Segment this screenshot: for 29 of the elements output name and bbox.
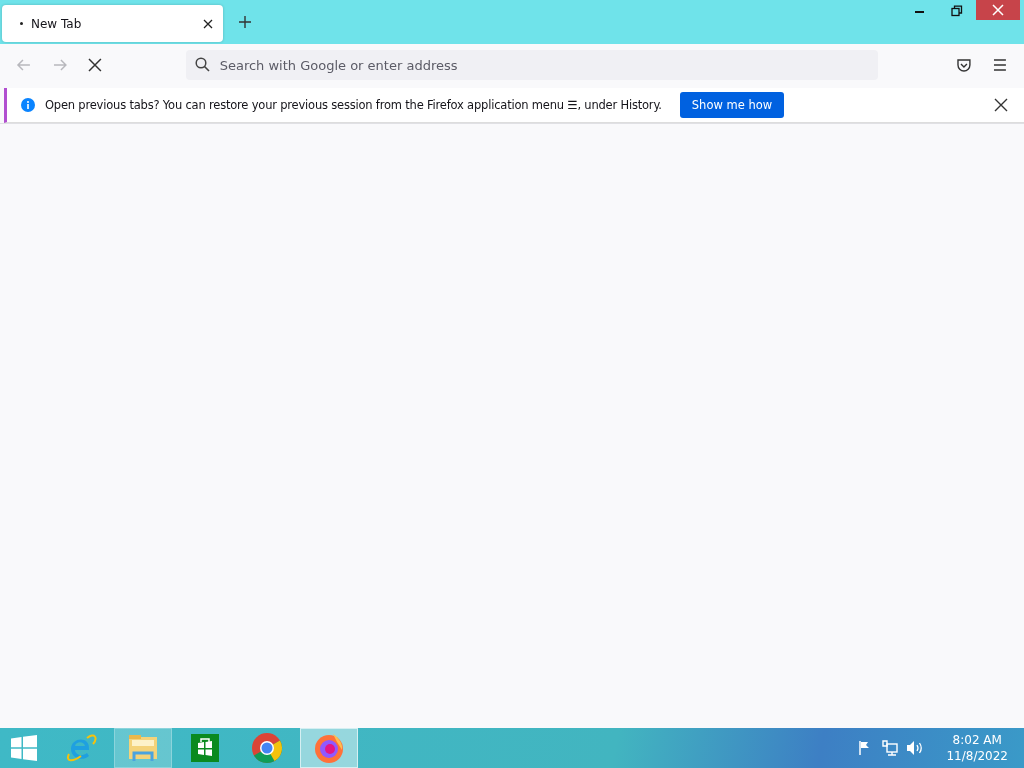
taskbar-app-button[interactable]: [300, 728, 358, 768]
tab-title: New Tab: [31, 16, 83, 31]
address-field[interactable]: Search with Google or enter address: [185, 50, 879, 80]
folder-icon: [127, 733, 159, 763]
info-icon: [21, 98, 35, 112]
taskbar-app-button[interactable]: [114, 728, 172, 768]
windows-logo-icon[interactable]: [11, 735, 37, 761]
close-icon[interactable]: [994, 98, 1008, 112]
search-icon: [194, 57, 210, 72]
shopping-bag-icon: [190, 733, 220, 763]
browser-tab[interactable]: New Tab: [2, 5, 223, 42]
clock-date: 11/8/2022: [946, 748, 1008, 764]
clock[interactable]: 8:02 AM 11/8/2022: [946, 732, 1008, 764]
clock-time: 8:02 AM: [952, 732, 1002, 748]
close-window-button[interactable]: [976, 0, 1020, 20]
firefox-logo-icon: [313, 732, 345, 764]
restore-icon[interactable]: [951, 5, 963, 17]
notification-message: Open previous tabs? You can restore your previous session from the Firefox application menu ☰, under History.: [45, 98, 662, 112]
pocket-icon[interactable]: [956, 57, 973, 73]
show-me-how-button[interactable]: Show me how: [679, 92, 785, 118]
speaker-icon[interactable]: [906, 740, 925, 756]
new-tab-icon[interactable]: [238, 15, 252, 29]
network-icon[interactable]: [882, 740, 899, 756]
loading-dot-icon: [20, 22, 23, 25]
letter-e-icon: [65, 732, 97, 764]
chrome-logo-icon: [251, 732, 283, 764]
menu-icon[interactable]: [992, 58, 1008, 72]
close-tab-icon[interactable]: [203, 18, 213, 29]
stop-icon[interactable]: [87, 58, 102, 72]
